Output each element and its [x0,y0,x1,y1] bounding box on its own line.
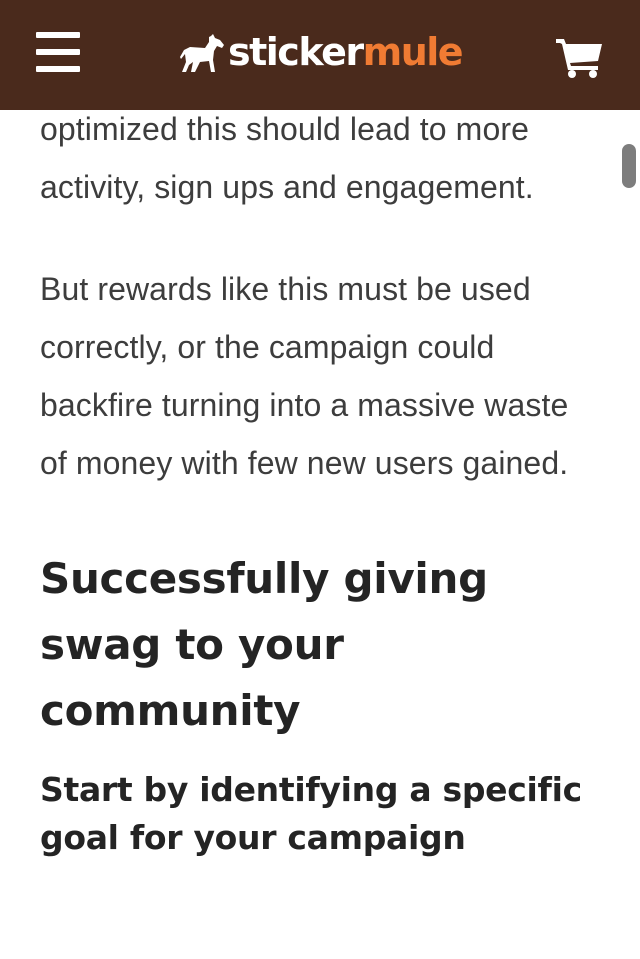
hamburger-menu-icon [36,32,80,38]
article-paragraph: optimized this should lead to more activ… [40,111,534,205]
mule-logo-icon [180,34,224,72]
site-logo[interactable]: stickermule [180,26,464,82]
logo-word-sticker: sticker [228,30,364,74]
page: stickermule optimized this should lead t… [0,0,640,959]
logo-text: stickermule [228,30,464,74]
menu-button[interactable] [36,30,82,74]
cart-button[interactable] [556,36,604,78]
scrollbar-thumb[interactable] [622,144,636,188]
site-header: stickermule [0,0,640,110]
hamburger-menu-icon-bar [36,49,80,55]
section-heading: Successfully giving swag to your communi… [40,554,488,735]
shopping-cart-icon [556,39,602,78]
section-subheading: Start by identifying a specific goal for… [40,770,582,857]
article-paragraph: But rewards like this must be used corre… [40,271,569,481]
logo-word-mule: mule [362,30,464,74]
article-content: optimized this should lead to more activ… [40,100,600,862]
hamburger-menu-icon-bar [36,66,80,72]
